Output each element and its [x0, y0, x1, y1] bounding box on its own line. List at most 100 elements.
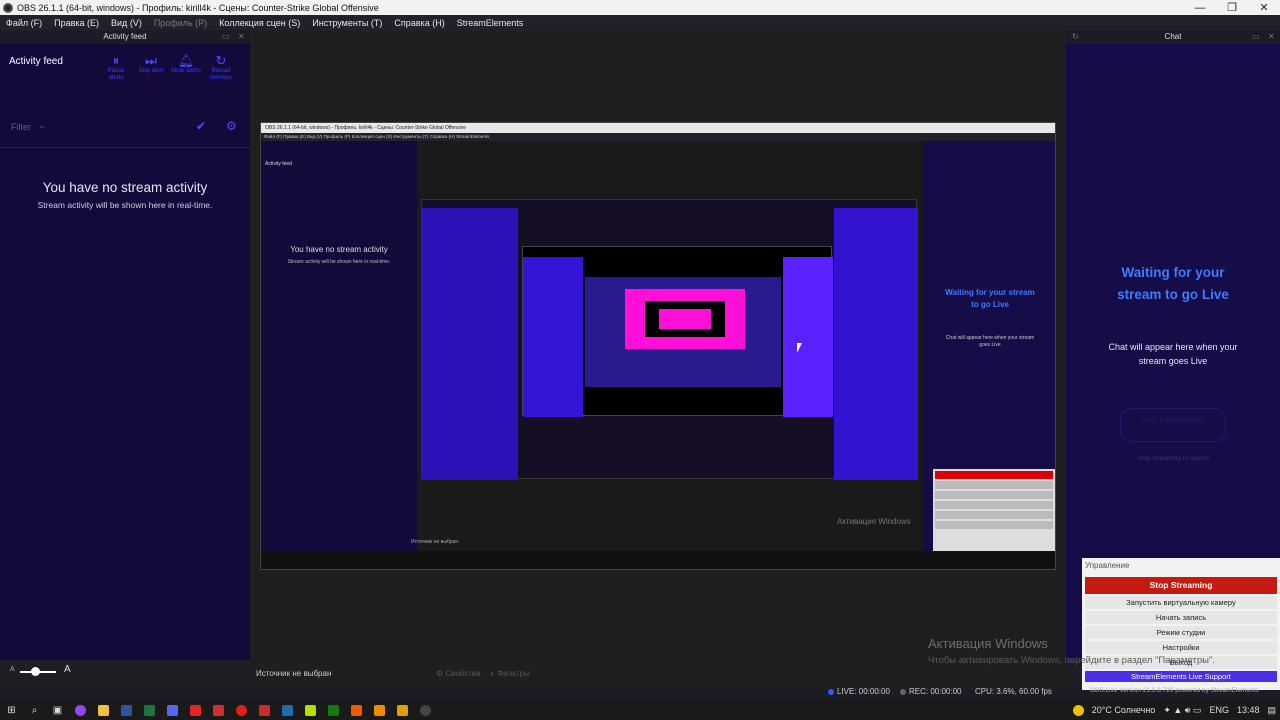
nested-waiting-text: Waiting for your stream to go Live: [945, 288, 1035, 309]
clock-label[interactable]: 13:48: [1237, 705, 1260, 715]
start-virtual-camera-button[interactable]: Запустить виртуальную камеру: [1085, 596, 1277, 609]
skip-alert-button[interactable]: ⏭ Skip alert: [135, 54, 167, 75]
task-view-icon[interactable]: ▣: [46, 700, 69, 720]
nested-windows-watermark: Активация Windows: [837, 517, 911, 526]
notifications-icon[interactable]: ▤: [1267, 705, 1276, 716]
rec-status: REC: 00:00:00: [900, 687, 961, 696]
nested-activity-feed-title: Activity feed: [265, 161, 292, 167]
dock-float-icon[interactable]: ▭: [222, 30, 230, 44]
opera-icon[interactable]: [230, 700, 253, 720]
menu-edit[interactable]: Правка (E): [48, 18, 105, 28]
pause-alerts-button[interactable]: ⏸ Pause alerts: [100, 54, 132, 82]
pause-alerts-label: Pause alerts: [107, 68, 125, 81]
chevron-down-icon[interactable]: ⌄: [38, 120, 46, 131]
xbox-icon[interactable]: [322, 700, 345, 720]
chat-subtitle: Chat will appear here when your stream g…: [1108, 342, 1238, 366]
obs-icon[interactable]: [414, 700, 437, 720]
app-gold-icon[interactable]: [391, 700, 414, 720]
obs-logo-icon: [3, 2, 13, 13]
tray-icons[interactable]: ✦ ▲ 🔊︎ ▭: [1163, 705, 1201, 716]
filter-dropdown[interactable]: Filter: [11, 122, 31, 132]
activity-feed-title: Activity feed: [9, 56, 63, 67]
dock-refresh-icon[interactable]: ↻: [1072, 30, 1079, 44]
menu-streamelements[interactable]: StreamElements: [451, 18, 530, 28]
steam-icon[interactable]: [276, 700, 299, 720]
activity-feed-dock: Activity feed ▭ ✕ Activity feed ⏸ Pause …: [0, 30, 250, 660]
level-3-left-panel: [523, 257, 583, 417]
rec-time: REC: 00:00:00: [909, 687, 962, 696]
menu-tools[interactable]: Инструменты (T): [306, 18, 388, 28]
app-orange2-icon[interactable]: [368, 700, 391, 720]
menu-scene-collection[interactable]: Коллекция сцен (S): [213, 18, 306, 28]
pdf-icon[interactable]: [207, 700, 230, 720]
nested-empty-subtitle: Stream activity will be shown here in re…: [287, 259, 391, 265]
streamelements-support-button[interactable]: StreamElements Live Support: [1085, 671, 1277, 682]
studio-mode-button[interactable]: Режим студии: [1085, 626, 1277, 639]
stream-preview[interactable]: OBS 26.1.1 (64-bit, windows) - Профиль: …: [260, 122, 1056, 570]
level-2-left-panel: [422, 208, 518, 480]
nested-control-btn: [935, 521, 1053, 529]
menu-profile[interactable]: Профиль (P): [148, 18, 213, 28]
check-all-icon[interactable]: ✔: [196, 119, 206, 133]
window-title: OBS 26.1.1 (64-bit, windows) - Профиль: …: [17, 2, 379, 13]
dock-close-icon[interactable]: ✕: [238, 30, 245, 44]
menu-help[interactable]: Справка (H): [388, 18, 450, 28]
nested-activity-feed: Activity feed You have no stream activit…: [261, 141, 417, 569]
search-icon[interactable]: ⌕: [23, 700, 46, 720]
preview-area[interactable]: OBS 26.1.1 (64-bit, windows) - Профиль: …: [250, 30, 1066, 660]
font-size-slider[interactable]: A A: [8, 664, 78, 678]
properties-button[interactable]: ⚙ Свойства: [436, 669, 481, 678]
minimize-button[interactable]: —: [1184, 2, 1216, 14]
browser-icon[interactable]: [253, 700, 276, 720]
dock-close-icon[interactable]: ✕: [1268, 30, 1275, 44]
nested-control-btn: [935, 511, 1053, 519]
windows-activation-watermark: Активация Windows: [928, 636, 1048, 651]
yandex-icon[interactable]: [184, 700, 207, 720]
divider: [0, 147, 250, 148]
version-label: OBS.Live Version 21.3.8.729 powered by S…: [1090, 687, 1259, 694]
live-status: LIVE: 00:00:00: [828, 687, 890, 696]
recursive-inner-magenta-layer: [659, 309, 711, 329]
stop-streaming-button[interactable]: Stop Streaming: [1085, 577, 1277, 594]
close-button[interactable]: ✕: [1248, 1, 1280, 14]
nested-preview-level-2: [421, 199, 918, 480]
skip-icon: ⏭: [145, 53, 157, 68]
excel-icon[interactable]: [138, 700, 161, 720]
settings-icon[interactable]: ⚙: [226, 119, 237, 133]
twitch-app-icon[interactable]: [69, 700, 92, 720]
controls-dock: Управление Stop Streaming Запустить вирт…: [1082, 558, 1280, 690]
explorer-icon[interactable]: [92, 700, 115, 720]
controls-title: Управление: [1085, 561, 1130, 570]
app-green-icon[interactable]: [299, 700, 322, 720]
slider-thumb[interactable]: [31, 667, 40, 676]
stop-streaming-link[interactable]: Stop streaming to cancel: [1106, 455, 1240, 462]
cpu-status: CPU: 3.6%, 60.00 fps: [975, 687, 1052, 696]
small-a-label: A: [10, 666, 15, 673]
filter-row: Filter ⌄ ✔ ⚙: [0, 119, 250, 139]
weather-label[interactable]: 20°C Солнечно: [1092, 705, 1156, 715]
filters-button[interactable]: ◐ Фильтры: [490, 669, 530, 678]
word-icon[interactable]: [115, 700, 138, 720]
level-3-preview: [585, 277, 781, 387]
settings-button[interactable]: Настройки: [1085, 641, 1277, 654]
language-label[interactable]: ENG: [1209, 705, 1229, 715]
live-time: LIVE: 00:00:00: [837, 687, 890, 696]
discord-icon[interactable]: [161, 700, 184, 720]
mute-alerts-button[interactable]: 🔔︎ Mute alerts: [170, 54, 202, 75]
reload-overlays-button[interactable]: ↻ Reload overlays: [205, 54, 237, 82]
start-recording-button[interactable]: Начать запись: [1085, 611, 1277, 624]
nested-stop-streaming: [935, 471, 1053, 479]
filters-label: Фильтры: [497, 669, 530, 678]
windows-start-icon[interactable]: ⊞: [0, 700, 23, 720]
activity-feed-header: Activity feed ⏸ Pause alerts ⏭ Skip aler…: [0, 44, 250, 104]
maximize-button[interactable]: ❐: [1216, 1, 1248, 14]
weather-sun-icon[interactable]: [1072, 704, 1084, 716]
dock-float-icon[interactable]: ▭: [1252, 30, 1260, 44]
live-dashboard-button[interactable]: LIVE DASHBOARD: [1120, 408, 1226, 442]
app-orange-icon[interactable]: [345, 700, 368, 720]
chat-dock-title: ↻ Chat ▭ ✕: [1066, 30, 1280, 44]
system-tray: 20°C Солнечно ✦ ▲ 🔊︎ ▭ ENG 13:48 ▤: [1065, 700, 1276, 720]
menu-file[interactable]: Файл (F): [0, 18, 48, 28]
live-dot-icon: [828, 688, 834, 695]
menu-view[interactable]: Вид (V): [105, 18, 148, 28]
